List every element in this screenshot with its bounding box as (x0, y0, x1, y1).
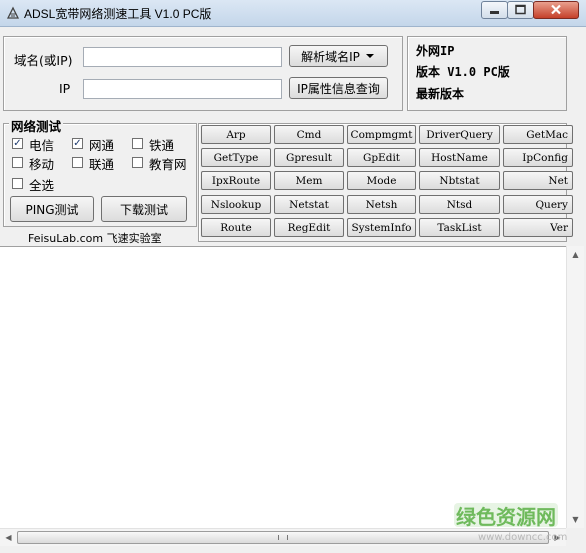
ping-test-button[interactable]: PING测试 (10, 196, 94, 222)
cmd-button-nslookup[interactable]: Nslookup (201, 195, 271, 214)
cmd-button-arp[interactable]: Arp (201, 125, 271, 144)
vertical-scrollbar[interactable]: ▲ ▼ (566, 246, 584, 528)
cmd-button-netstat[interactable]: Netstat (274, 195, 344, 214)
horizontal-scroll-thumb[interactable] (17, 531, 549, 544)
latest-version-text: 最新版本 (416, 87, 465, 101)
isp-label: 网通 (89, 138, 115, 153)
isp-checkbox[interactable]: ✓ (12, 138, 23, 149)
ip-label: IP (59, 81, 71, 96)
cmd-button-query[interactable]: Query (503, 195, 573, 214)
isp-label: 电信 (29, 138, 55, 153)
minimize-icon (490, 11, 499, 14)
app-icon (6, 6, 20, 19)
close-icon (551, 4, 561, 15)
cmd-button-gpedit[interactable]: GpEdit (347, 148, 416, 167)
cmd-button-driverquery[interactable]: DriverQuery (419, 125, 500, 144)
isp-checkbox[interactable] (132, 138, 143, 149)
close-button[interactable] (533, 1, 579, 19)
isp-checkbox[interactable] (72, 157, 83, 168)
cmd-button-ver[interactable]: Ver (503, 218, 573, 237)
isp-label: 联通 (89, 157, 115, 172)
network-test-title: 网络测试 (9, 116, 64, 135)
maximize-icon (515, 4, 526, 15)
maximize-button[interactable] (507, 1, 534, 19)
cmd-button-getmac[interactable]: GetMac (503, 125, 573, 144)
scroll-down-icon[interactable]: ▼ (567, 511, 584, 528)
select-all-label: 全选 (29, 178, 55, 193)
version-text: 版本 V1.0 PC版 (416, 65, 510, 79)
cmd-button-ipxroute[interactable]: IpxRoute (201, 171, 271, 190)
cmd-button-tasklist[interactable]: TaskList (419, 218, 500, 237)
window-title: ADSL宽带网络测速工具 V1.0 PC版 (24, 7, 212, 21)
cmd-button-regedit[interactable]: RegEdit (274, 218, 344, 237)
scroll-left-icon[interactable]: ◀ (0, 529, 17, 546)
domain-label: 域名(或IP) (14, 53, 73, 68)
isp-checkbox[interactable]: ✓ (72, 138, 83, 149)
isp-label: 教育网 (149, 157, 187, 172)
ip-input[interactable] (83, 79, 282, 99)
cmd-button-mem[interactable]: Mem (274, 171, 344, 190)
domain-input[interactable] (83, 47, 282, 67)
cmd-button-hostname[interactable]: HostName (419, 148, 500, 167)
isp-checkbox[interactable] (12, 157, 23, 168)
footer-text: FeisuLab.com 飞速实验室 (28, 232, 162, 245)
cmd-button-gpresult[interactable]: Gpresult (274, 148, 344, 167)
dropdown-arrow-icon (365, 54, 374, 58)
output-textarea[interactable] (0, 246, 566, 529)
cmd-button-systeminfo[interactable]: SystemInfo (347, 218, 416, 237)
cmd-button-ntsd[interactable]: Ntsd (419, 195, 500, 214)
resolve-domain-label: 解析域名IP (301, 49, 360, 64)
isp-checkbox[interactable] (132, 157, 143, 168)
select-all-checkbox[interactable] (12, 178, 23, 189)
cmd-button-nbtstat[interactable]: Nbtstat (419, 171, 500, 190)
grip-icon (278, 535, 288, 540)
download-test-button[interactable]: 下载测试 (101, 196, 187, 222)
cmd-button-route[interactable]: Route (201, 218, 271, 237)
scroll-up-icon[interactable]: ▲ (567, 246, 584, 263)
cmd-button-mode[interactable]: Mode (347, 171, 416, 190)
cmd-button-cmd[interactable]: Cmd (274, 125, 344, 144)
cmd-button-compmgmt[interactable]: Compmgmt (347, 125, 416, 144)
minimize-button[interactable] (481, 1, 508, 19)
isp-label: 铁通 (149, 138, 175, 153)
resolve-domain-button[interactable]: 解析域名IP (289, 45, 388, 67)
check-icon: ✓ (13, 137, 22, 149)
watermark-url: www.downcc.com (478, 532, 568, 543)
cmd-button-net[interactable]: Net (503, 171, 573, 190)
cmd-button-netsh[interactable]: Netsh (347, 195, 416, 214)
check-icon: ✓ (73, 137, 82, 149)
watermark-brand: 绿色资源网 (456, 505, 556, 529)
external-ip-text: 外网IP (416, 44, 455, 58)
ip-info-query-button[interactable]: IP属性信息查询 (289, 77, 388, 99)
isp-label: 移动 (29, 157, 55, 172)
cmd-button-gettype[interactable]: GetType (201, 148, 271, 167)
cmd-button-ipconfig[interactable]: IpConfig (503, 148, 573, 167)
watermark-logo: 绿色资源网 (452, 499, 564, 529)
